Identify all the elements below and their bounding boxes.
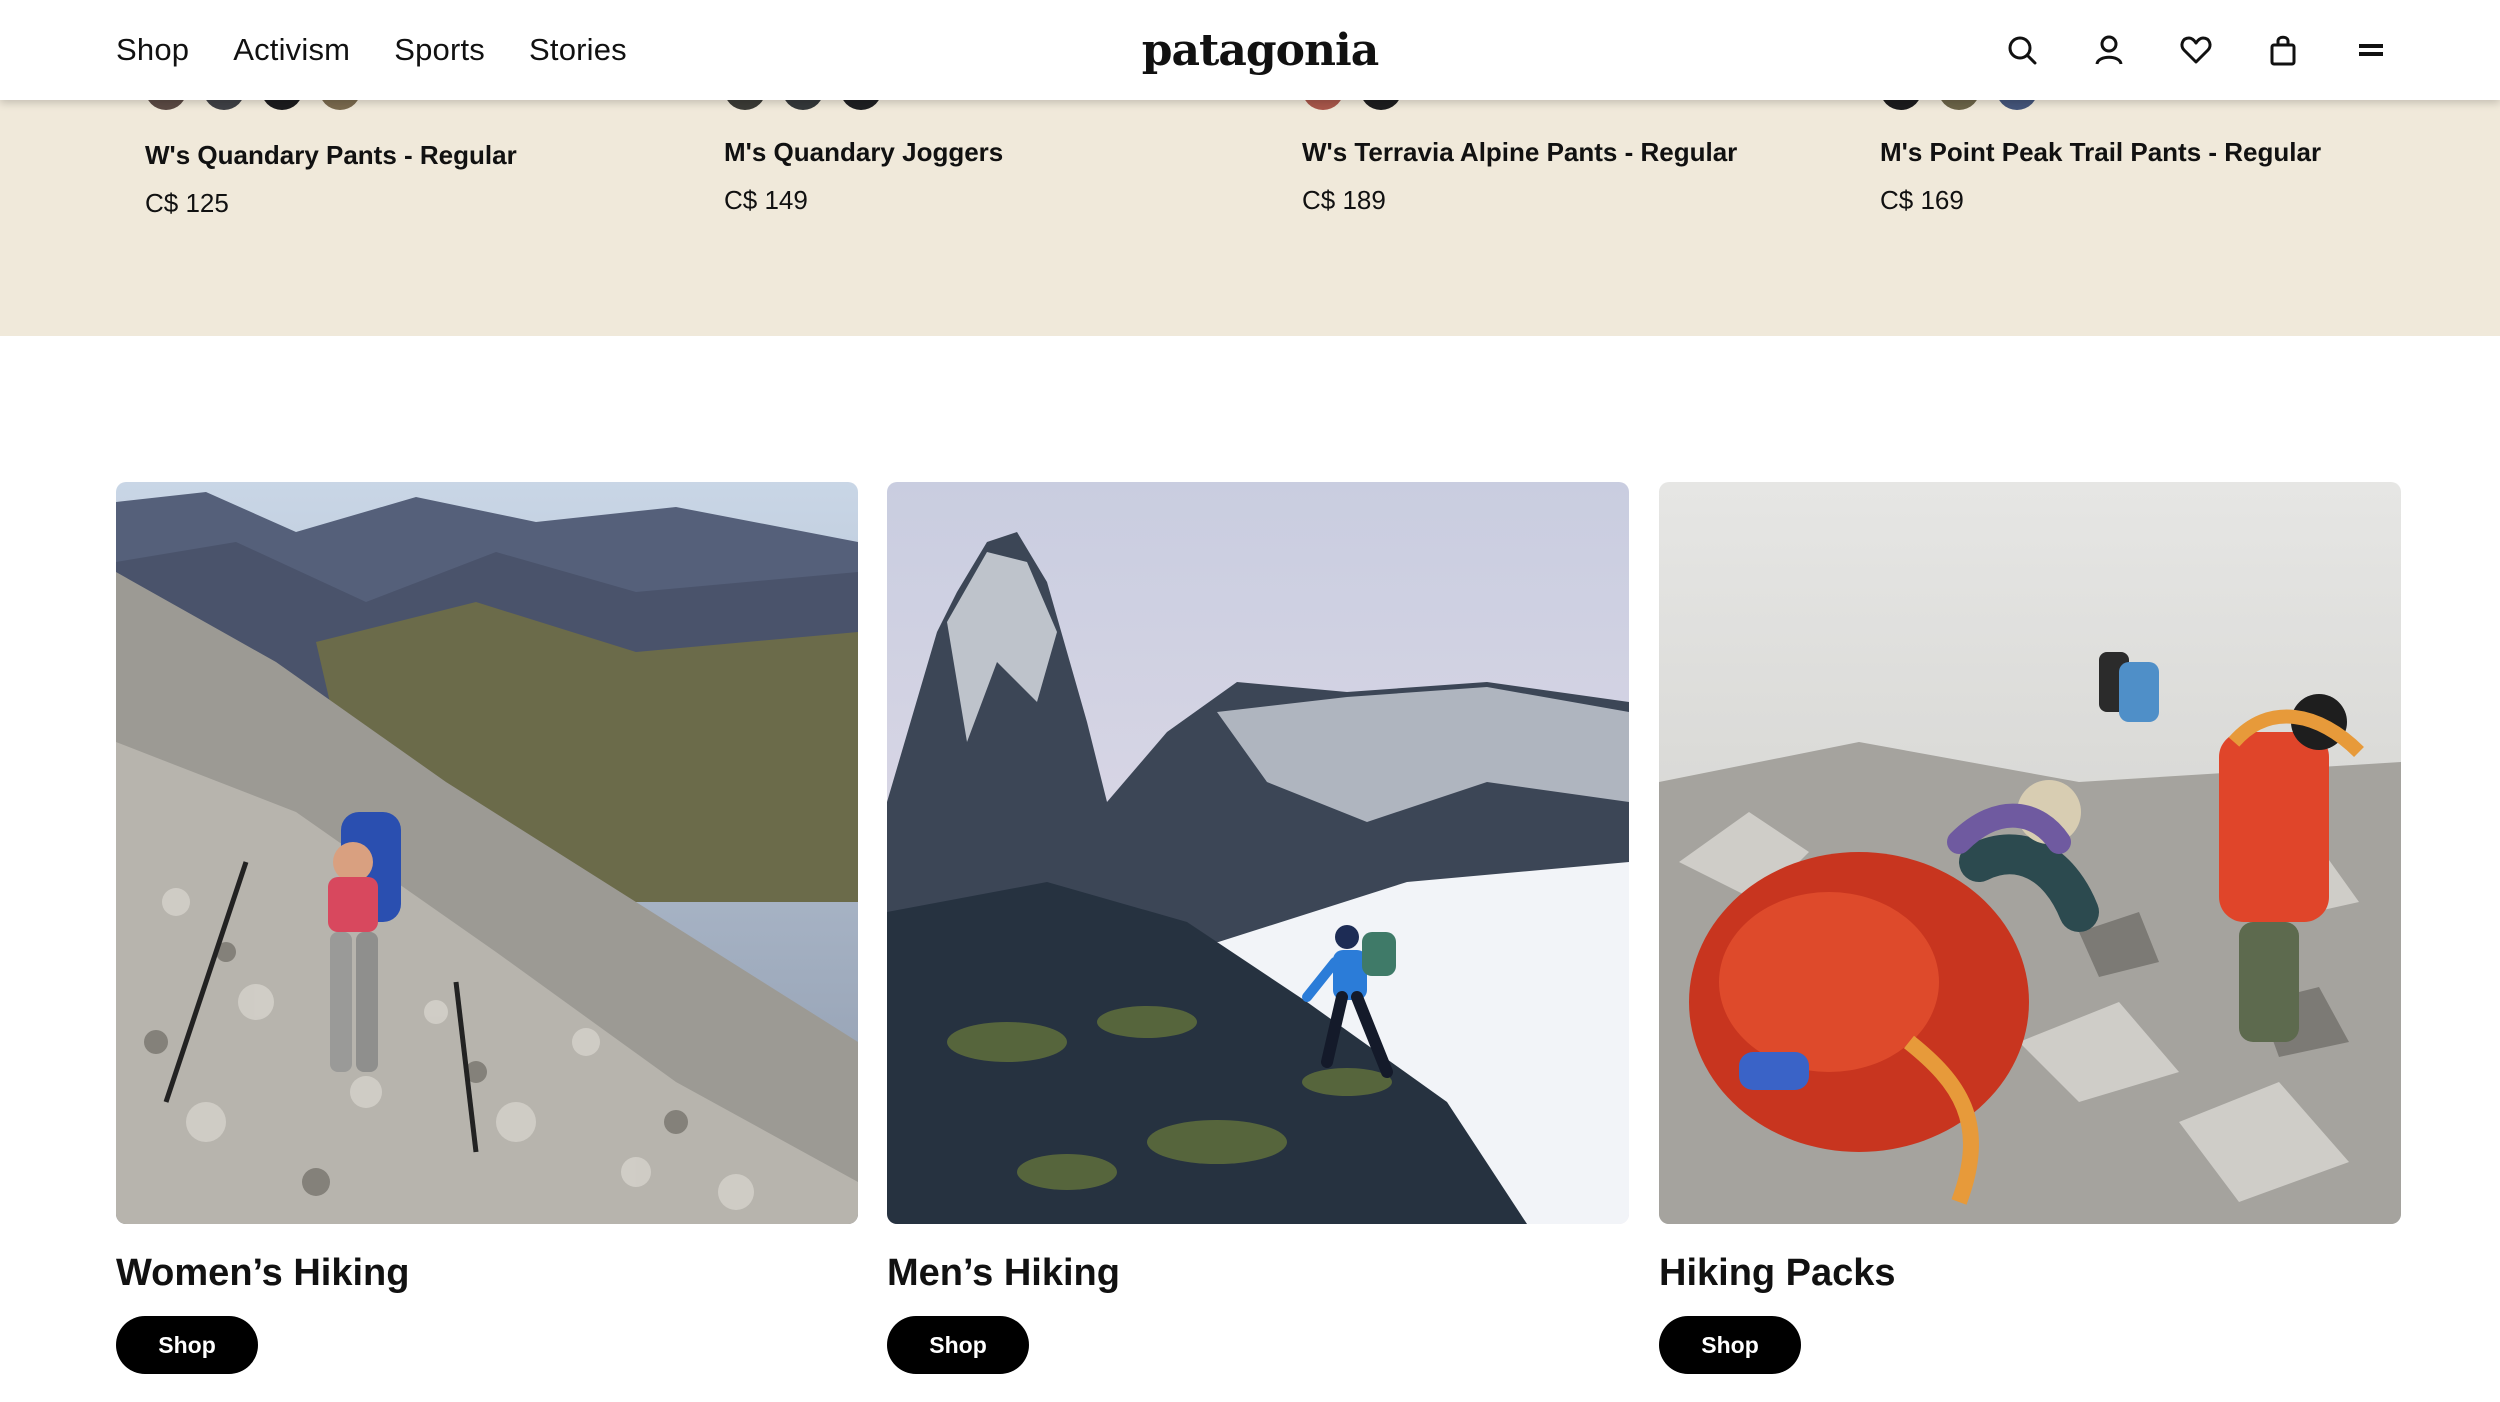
product-name[interactable]: W's Quandary Pants - Regular <box>145 140 517 171</box>
shop-womens-hiking-button[interactable]: Shop <box>116 1316 258 1374</box>
category-title: Hiking Packs <box>1659 1252 1896 1294</box>
nav-stories[interactable]: Stories <box>529 32 627 68</box>
shop-hiking-packs-button[interactable]: Shop <box>1659 1316 1801 1374</box>
category-title: Women’s Hiking <box>116 1252 410 1294</box>
product-price: C$ 149 <box>724 185 808 215</box>
search-icon[interactable] <box>1999 27 2045 73</box>
category-title: Men’s Hiking <box>887 1252 1120 1294</box>
product-name[interactable]: M's Quandary Joggers <box>724 137 1003 168</box>
category-card-womens-hiking: Women’s Hiking Shop <box>116 482 858 1374</box>
wishlist-heart-icon[interactable] <box>2173 27 2219 73</box>
patagonia-logo[interactable]: patagonia <box>1142 22 1379 78</box>
product-price: C$ 189 <box>1302 185 1386 215</box>
nav-shop[interactable]: Shop <box>116 32 189 68</box>
womens-hiking-photo[interactable] <box>116 482 858 1224</box>
mens-hiking-photo[interactable] <box>887 482 1629 1224</box>
site-header: Shop Activism Sports Stories patagonia <box>0 0 2500 100</box>
nav-sports[interactable]: Sports <box>394 32 485 68</box>
category-card-hiking-packs: Hiking Packs Shop <box>1659 482 2401 1374</box>
hiking-packs-photo[interactable] <box>1659 482 2401 1224</box>
shop-mens-hiking-button[interactable]: Shop <box>887 1316 1029 1374</box>
cart-bag-icon[interactable] <box>2260 27 2306 73</box>
product-price: C$ 125 <box>145 188 229 218</box>
nav-activism[interactable]: Activism <box>233 32 350 68</box>
menu-icon[interactable] <box>2348 27 2394 73</box>
category-card-mens-hiking: Men’s Hiking Shop <box>887 482 1629 1374</box>
account-icon[interactable] <box>2086 27 2132 73</box>
product-name[interactable]: W's Terravia Alpine Pants - Regular <box>1302 137 1737 168</box>
product-price: C$ 169 <box>1880 185 1964 215</box>
product-name[interactable]: M's Point Peak Trail Pants - Regular <box>1880 137 2321 168</box>
main-nav: Shop Activism Sports Stories <box>116 0 627 100</box>
